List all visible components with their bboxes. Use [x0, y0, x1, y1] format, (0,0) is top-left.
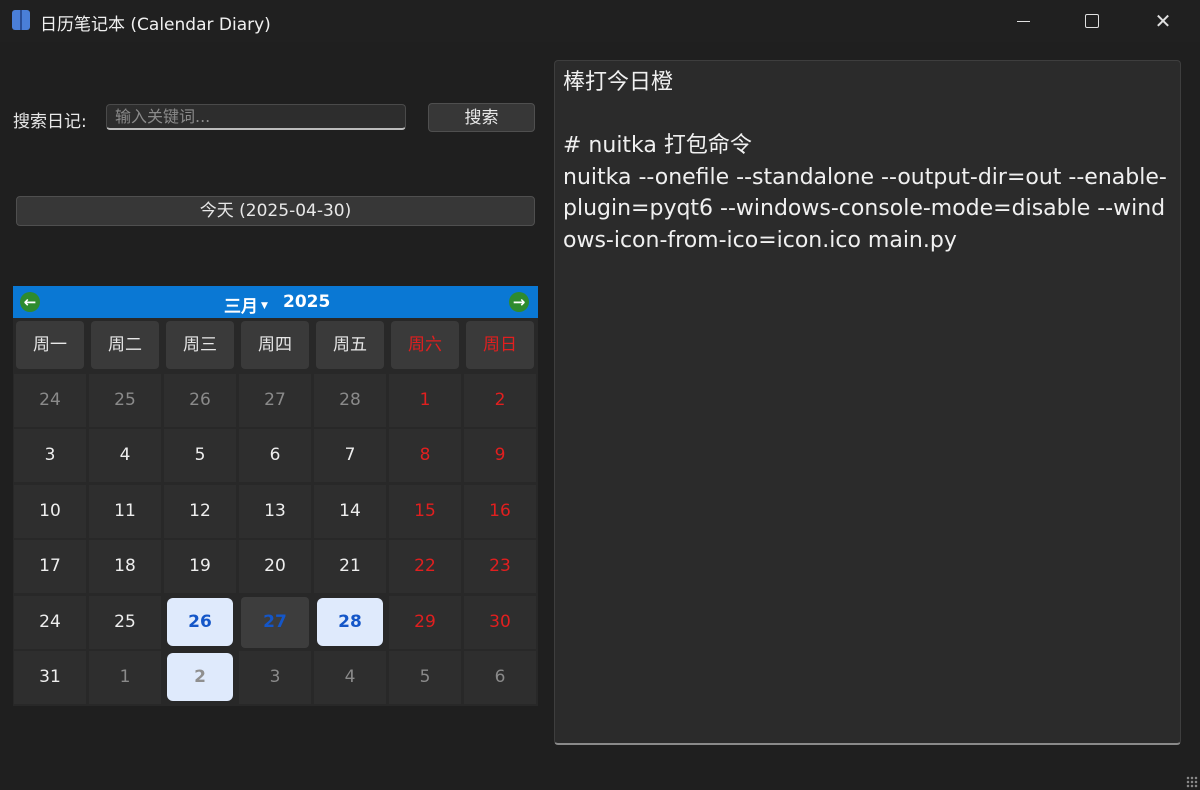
maximize-icon — [1085, 14, 1099, 28]
calendar-day-cell[interactable]: 11 — [89, 485, 161, 538]
today-button[interactable]: 今天 (2025-04-30) — [16, 196, 535, 226]
weekday-header: 周六 — [391, 321, 459, 369]
calendar-day-cell[interactable]: 9 — [464, 429, 536, 482]
calendar-day-cell[interactable]: 18 — [89, 540, 161, 593]
calendar-day-cell[interactable]: 25 — [89, 374, 161, 427]
calendar-day-cell[interactable]: 28 — [317, 598, 383, 646]
prev-month-icon[interactable]: ← — [20, 292, 40, 312]
calendar-day-cell[interactable]: 8 — [389, 429, 461, 482]
weekday-header: 周四 — [241, 321, 309, 369]
next-month-icon[interactable]: → — [509, 292, 529, 312]
maximize-button[interactable] — [1069, 0, 1115, 42]
calendar-day-cell[interactable]: 6 — [464, 651, 536, 704]
calendar-day-cell[interactable]: 25 — [89, 596, 161, 649]
calendar-day-cell[interactable]: 24 — [14, 596, 86, 649]
weekday-header: 周日 — [466, 321, 534, 369]
calendar-day-cell[interactable]: 26 — [167, 598, 233, 646]
search-label: 搜索日记: — [13, 112, 87, 132]
year-selector[interactable]: 2025 — [283, 292, 330, 312]
calendar-day-cell[interactable]: 19 — [164, 540, 236, 593]
calendar-day-cell[interactable]: 28 — [314, 374, 386, 427]
title-bar[interactable]: 日历笔记本 (Calendar Diary) ✕ — [0, 0, 1200, 42]
weekday-header: 周五 — [316, 321, 384, 369]
calendar-day-cell[interactable]: 30 — [464, 596, 536, 649]
minimize-icon — [1017, 21, 1030, 22]
calendar-day-cell[interactable]: 2 — [167, 653, 233, 701]
calendar-day-cell[interactable]: 22 — [389, 540, 461, 593]
chevron-down-icon: ▼ — [261, 301, 268, 311]
book-icon — [12, 10, 30, 30]
calendar-day-cell[interactable]: 17 — [14, 540, 86, 593]
calendar-day-cell[interactable]: 5 — [164, 429, 236, 482]
calendar-day-cell[interactable]: 26 — [164, 374, 236, 427]
calendar-day-cell[interactable]: 16 — [464, 485, 536, 538]
calendar-day-cell[interactable]: 7 — [314, 429, 386, 482]
calendar-nav-bar: ← 三月 ▼ 2025 → — [13, 286, 538, 318]
calendar-grid: 周一 周二 周三 周四 周五 周六 周日 24 25 26 27 28 1 2 3 4 5 6 7 8 9 10 11 12 1… — [13, 318, 538, 706]
close-button[interactable]: ✕ — [1140, 0, 1186, 42]
calendar-day-cell[interactable]: 31 — [14, 651, 86, 704]
month-selector[interactable]: 三月 — [224, 292, 258, 317]
calendar-widget: ← 三月 ▼ 2025 → 周一 周二 周三 周四 周五 周六 周日 24 25 26 27 28 1 2… — [13, 286, 538, 706]
calendar-day-cell[interactable]: 23 — [464, 540, 536, 593]
diary-editor[interactable]: 棒打今日橙 # nuitka 打包命令 nuitka --onefile --s… — [554, 60, 1181, 745]
calendar-day-cell[interactable]: 6 — [239, 429, 311, 482]
close-icon: ✕ — [1154, 9, 1172, 33]
calendar-day-cell[interactable]: 27 — [241, 597, 309, 648]
calendar-day-cell[interactable]: 14 — [314, 485, 386, 538]
search-input[interactable] — [106, 104, 406, 130]
calendar-day-cell[interactable]: 5 — [389, 651, 461, 704]
weekday-header: 周二 — [91, 321, 159, 369]
calendar-day-cell[interactable]: 24 — [14, 374, 86, 427]
calendar-day-cell[interactable]: 21 — [314, 540, 386, 593]
weekday-header: 周三 — [166, 321, 234, 369]
calendar-day-cell[interactable]: 4 — [314, 651, 386, 704]
search-button[interactable]: 搜索 — [428, 103, 535, 132]
calendar-day-cell[interactable]: 4 — [89, 429, 161, 482]
calendar-day-cell[interactable]: 3 — [14, 429, 86, 482]
calendar-day-cell[interactable]: 10 — [14, 485, 86, 538]
resize-grip[interactable] — [1186, 776, 1198, 788]
weekday-header: 周一 — [16, 321, 84, 369]
calendar-day-cell[interactable]: 3 — [239, 651, 311, 704]
calendar-day-cell[interactable]: 15 — [389, 485, 461, 538]
calendar-day-cell[interactable]: 1 — [89, 651, 161, 704]
calendar-day-cell[interactable]: 12 — [164, 485, 236, 538]
calendar-day-cell[interactable]: 29 — [389, 596, 461, 649]
calendar-day-cell[interactable]: 27 — [239, 374, 311, 427]
calendar-day-cell[interactable]: 1 — [389, 374, 461, 427]
calendar-day-cell[interactable]: 20 — [239, 540, 311, 593]
calendar-day-cell[interactable]: 2 — [464, 374, 536, 427]
calendar-day-cell[interactable]: 13 — [239, 485, 311, 538]
minimize-button[interactable] — [1000, 0, 1046, 42]
window-title: 日历笔记本 (Calendar Diary) — [40, 15, 271, 35]
